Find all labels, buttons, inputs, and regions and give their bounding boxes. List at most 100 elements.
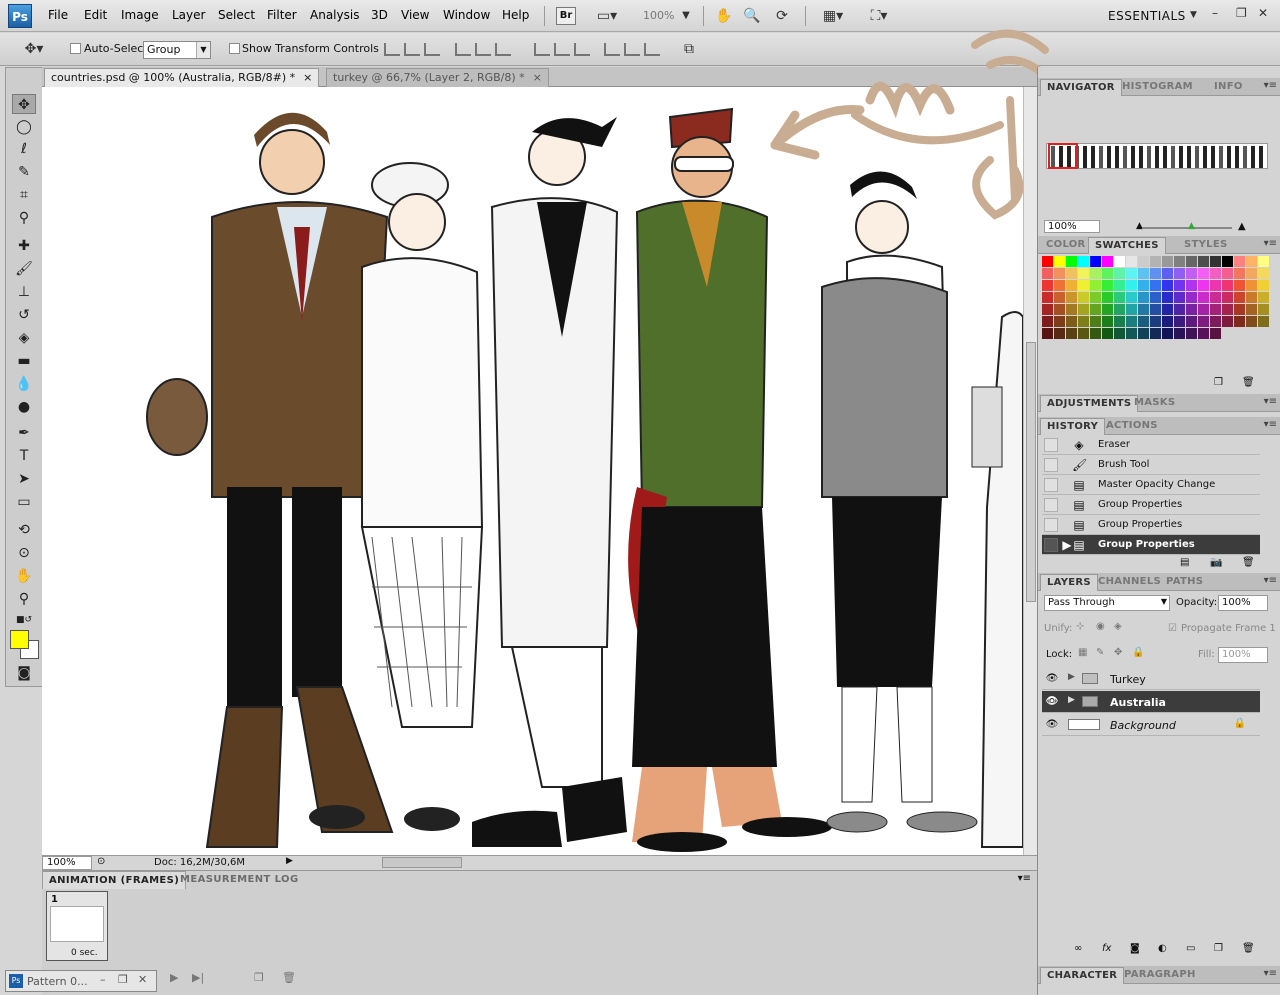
lock-transparent-icon[interactable]: ▦ (1078, 647, 1087, 658)
color-swatch[interactable] (1078, 268, 1089, 279)
color-swatch[interactable] (1102, 328, 1113, 339)
show-transform-checkbox[interactable] (229, 43, 240, 54)
color-swatch[interactable] (1162, 256, 1173, 267)
panel-menu-icon[interactable]: ▾≡ (1264, 396, 1277, 407)
close-icon[interactable]: ✕ (138, 973, 147, 986)
color-swatch[interactable] (1222, 280, 1233, 291)
color-swatch[interactable] (1198, 268, 1209, 279)
tab-info[interactable]: INFO (1208, 79, 1249, 96)
menu-image[interactable]: Image (121, 8, 159, 22)
unify-position-icon[interactable]: ⊹ (1076, 621, 1084, 632)
history-item[interactable]: ◈ Eraser (1042, 435, 1260, 455)
expand-arrow-icon[interactable]: ▶ (1068, 695, 1075, 705)
play-icon[interactable]: ▶ (170, 971, 178, 984)
color-swatch[interactable] (1246, 304, 1257, 315)
lock-all-icon[interactable]: 🔒 (1132, 647, 1144, 658)
menu-file[interactable]: File (48, 8, 68, 22)
distribute-vcenter-icon[interactable] (554, 43, 570, 56)
color-swatch[interactable] (1174, 292, 1185, 303)
delete-state-icon[interactable]: 🗑 (1242, 557, 1255, 568)
tab-channels[interactable]: CHANNELS (1092, 574, 1167, 591)
color-swatch[interactable] (1042, 292, 1053, 303)
color-swatch[interactable] (1234, 304, 1245, 315)
color-swatch[interactable] (1138, 280, 1149, 291)
color-swatch[interactable] (1126, 304, 1137, 315)
color-swatch[interactable] (1114, 256, 1125, 267)
new-group-icon[interactable]: ▭ (1186, 943, 1195, 954)
status-icon[interactable]: ⊙ (97, 856, 105, 867)
unify-visibility-icon[interactable]: ◉ (1096, 621, 1105, 632)
color-swatch[interactable] (1042, 316, 1053, 327)
color-swatch[interactable] (1258, 268, 1269, 279)
color-swatch[interactable] (1174, 304, 1185, 315)
tab-layers[interactable]: LAYERS (1040, 574, 1098, 591)
color-swatch[interactable] (1210, 304, 1221, 315)
close-icon[interactable]: × (533, 71, 542, 84)
vertical-scrollbar[interactable] (1023, 87, 1037, 855)
tab-measurement-log[interactable]: MEASUREMENT LOG (174, 871, 305, 888)
tab-paragraph[interactable]: PARAGRAPH (1118, 967, 1202, 984)
menu-help[interactable]: Help (502, 8, 529, 22)
auto-select-checkbox[interactable] (70, 43, 81, 54)
color-swatch[interactable] (1066, 280, 1077, 291)
close-icon[interactable]: × (303, 71, 312, 84)
close-icon[interactable]: ✕ (1258, 6, 1268, 20)
color-swatch[interactable] (1102, 280, 1113, 291)
tab-histogram[interactable]: HISTOGRAM (1116, 79, 1199, 96)
color-swatch[interactable] (1150, 292, 1161, 303)
tab-character[interactable]: CHARACTER (1040, 967, 1125, 984)
quick-selection-icon[interactable]: ✎ (12, 162, 36, 182)
color-swatch[interactable] (1102, 256, 1113, 267)
hand-tool-icon[interactable]: ✋ (714, 6, 734, 26)
color-swatch[interactable] (1198, 304, 1209, 315)
layer-row-background[interactable]: 👁 Background 🔒 (1042, 714, 1260, 736)
color-swatch[interactable] (1138, 328, 1149, 339)
history-item-selected[interactable]: ▶ ▤ Group Properties (1042, 535, 1260, 555)
color-swatch[interactable] (1102, 268, 1113, 279)
color-swatch[interactable] (1126, 316, 1137, 327)
color-swatch[interactable] (1198, 256, 1209, 267)
eyedropper-tool-icon[interactable]: ⚲ (12, 208, 36, 228)
zoom-out-icon[interactable]: ▲ (1136, 221, 1143, 231)
color-swatch[interactable] (1210, 292, 1221, 303)
color-swatch[interactable] (1138, 256, 1149, 267)
color-swatch[interactable] (1222, 268, 1233, 279)
color-swatch[interactable] (1054, 304, 1065, 315)
new-layer-icon[interactable]: ❐ (1214, 943, 1223, 954)
color-swatch[interactable] (1246, 280, 1257, 291)
distribute-left-icon[interactable] (604, 43, 620, 56)
horizontal-scrollbar-thumb[interactable] (382, 857, 462, 868)
document-size[interactable]: Doc: 16,2M/30,6M (154, 857, 245, 868)
color-swatch[interactable] (1090, 316, 1101, 327)
foreground-color-swatch[interactable] (10, 630, 29, 649)
history-source-box[interactable] (1044, 498, 1058, 512)
tab-paths[interactable]: PATHS (1160, 574, 1209, 591)
panel-menu-icon[interactable]: ▾≡ (1264, 238, 1277, 249)
status-zoom-field[interactable]: 100% (42, 856, 92, 870)
history-item[interactable]: ▤ Master Opacity Change (1042, 475, 1260, 495)
color-swatch[interactable] (1210, 316, 1221, 327)
tab-swatches[interactable]: SWATCHES (1088, 237, 1166, 254)
color-swatch[interactable] (1066, 268, 1077, 279)
frame-delay[interactable]: 0 sec. (71, 948, 98, 958)
color-swatch[interactable] (1150, 268, 1161, 279)
eraser-tool-icon[interactable]: ◈ (12, 328, 36, 348)
new-swatch-icon[interactable]: ❐ (1214, 377, 1223, 388)
move-tool-icon[interactable]: ✥ (12, 94, 36, 114)
color-swatch[interactable] (1078, 316, 1089, 327)
color-swatch[interactable] (1198, 280, 1209, 291)
color-swatch[interactable] (1042, 280, 1053, 291)
workspace-switcher[interactable]: ESSENTIALS (1108, 9, 1186, 23)
align-left-icon[interactable] (455, 43, 471, 56)
color-swatch[interactable] (1126, 280, 1137, 291)
pen-tool-icon[interactable]: ✒ (12, 423, 36, 443)
color-swatch[interactable] (1210, 280, 1221, 291)
brush-tool-icon[interactable]: 🖌 (12, 259, 36, 279)
minimize-icon[interactable]: – (100, 973, 106, 986)
menu-3d[interactable]: 3D (371, 8, 388, 22)
history-item[interactable]: 🖌 Brush Tool (1042, 455, 1260, 475)
color-swatch[interactable] (1186, 280, 1197, 291)
snapshot-icon[interactable]: 📷 (1210, 557, 1222, 568)
tab-masks[interactable]: MASKS (1128, 395, 1181, 412)
color-swatch[interactable] (1078, 256, 1089, 267)
